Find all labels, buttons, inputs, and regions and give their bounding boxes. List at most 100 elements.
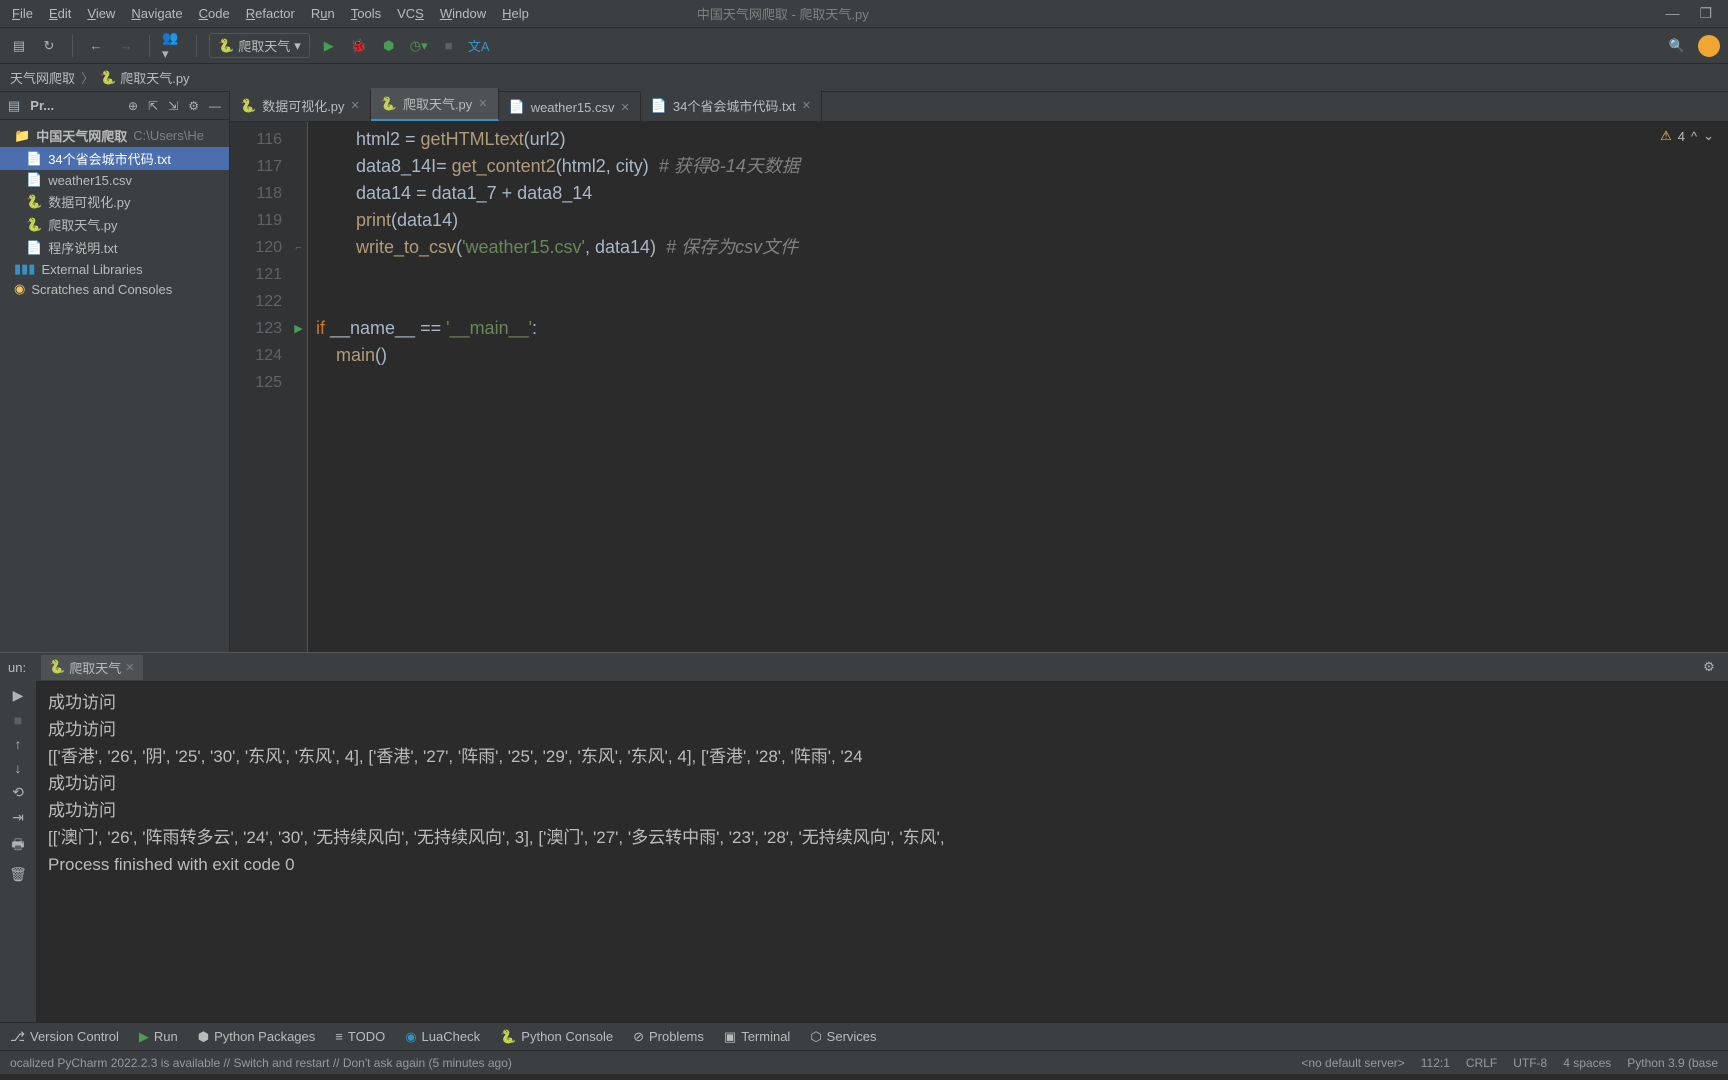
chevron-down-icon[interactable]: ⌄ — [1703, 128, 1714, 144]
up-icon[interactable]: ↑ — [15, 736, 22, 752]
tool-luacheck[interactable]: ◉LuaCheck — [405, 1029, 480, 1045]
console-output[interactable]: 成功访问成功访问[['香港', '26', '阴', '25', '30', '… — [36, 681, 1728, 1022]
menu-code[interactable]: Code — [191, 3, 238, 24]
target-icon[interactable]: ⊕ — [128, 99, 138, 113]
close-icon[interactable]: ✕ — [621, 101, 630, 114]
menu-edit[interactable]: Edit — [41, 3, 79, 24]
gear-icon[interactable]: ⚙ — [188, 99, 199, 113]
tool-run[interactable]: ▶Run — [139, 1029, 178, 1045]
tree-external-libraries[interactable]: ▮▮▮ External Libraries — [0, 259, 229, 279]
inspection-widget[interactable]: ⚠ 4 ^ ⌄ — [1660, 128, 1714, 144]
status-eol[interactable]: CRLF — [1466, 1056, 1497, 1070]
tree-root[interactable]: 📁 中国天气网爬取 C:\Users\He — [0, 124, 229, 147]
scroll-icon[interactable]: ⇥ — [12, 809, 24, 826]
project-tree[interactable]: 📁 中国天气网爬取 C:\Users\He 📄 34个省会城市代码.txt 📄 … — [0, 120, 229, 652]
menu-tools[interactable]: Tools — [343, 3, 389, 24]
tool-terminal[interactable]: ▣Terminal — [724, 1029, 790, 1045]
scratch-icon: ◉ — [14, 281, 25, 297]
wrap-icon[interactable]: ⟲ — [12, 784, 24, 801]
window-title: 中国天气网爬取 - 爬取天气.py — [697, 4, 869, 23]
status-bar: ocalized PyCharm 2022.2.3 is available /… — [0, 1050, 1728, 1074]
folder-icon: ▤ — [8, 98, 20, 114]
tree-file-label: weather15.csv — [48, 173, 132, 188]
tool-todo[interactable]: ≡TODO — [335, 1029, 385, 1044]
user-icon[interactable]: 👥▾ — [162, 35, 184, 57]
tool-version-control[interactable]: ⎇Version Control — [10, 1029, 119, 1045]
menu-vcs[interactable]: VCS — [389, 3, 432, 24]
close-icon[interactable]: ✕ — [125, 661, 134, 674]
gutter-run-icon[interactable]: ▶ — [290, 315, 307, 342]
tree-file-3[interactable]: 🐍 爬取天气.py — [0, 213, 229, 236]
fold-gutter[interactable]: ⌐ ▶ — [290, 122, 308, 652]
breadcrumb-file[interactable]: 🐍 爬取天气.py — [100, 68, 190, 87]
menu-navigate[interactable]: Navigate — [123, 3, 190, 24]
tool-problems[interactable]: ⊘Problems — [633, 1029, 704, 1045]
tab-3[interactable]: 📄 34个省会城市代码.txt ✕ — [641, 90, 822, 121]
save-icon[interactable]: ▤ — [8, 35, 30, 57]
debug-icon[interactable]: 🐞 — [348, 35, 370, 57]
gear-icon[interactable]: ⚙ — [1698, 656, 1720, 678]
tree-file-1[interactable]: 📄 weather15.csv — [0, 170, 229, 190]
collapse-icon[interactable]: ⇲ — [168, 99, 178, 113]
down-icon[interactable]: ↓ — [15, 760, 22, 776]
run-icon[interactable]: ▶ — [318, 35, 340, 57]
back-icon[interactable]: ← — [85, 35, 107, 57]
tree-scratches[interactable]: ◉ Scratches and Consoles — [0, 279, 229, 299]
close-icon[interactable]: ✕ — [351, 99, 360, 112]
packages-icon: ⬢ — [198, 1029, 209, 1045]
print-icon[interactable]: 🖶 — [11, 834, 24, 858]
tab-0[interactable]: 🐍 数据可视化.py ✕ — [230, 90, 371, 121]
folder-icon: 📁 — [14, 128, 30, 144]
tab-1[interactable]: 🐍 爬取天气.py ✕ — [371, 88, 499, 121]
breadcrumb-root[interactable]: 天气网爬取 — [10, 68, 75, 87]
tree-file-label: 34个省会城市代码.txt — [48, 149, 171, 168]
status-position[interactable]: 112:1 — [1421, 1056, 1450, 1070]
status-encoding[interactable]: UTF-8 — [1513, 1056, 1547, 1070]
stop-icon[interactable]: ■ — [14, 712, 22, 728]
expand-icon[interactable]: ⇱ — [148, 99, 158, 113]
menu-refactor[interactable]: Refactor — [238, 3, 303, 24]
code-editor[interactable]: 116117118 119120121 122123124 125 ⌐ ▶ ht… — [230, 122, 1728, 652]
status-indent[interactable]: 4 spaces — [1563, 1056, 1611, 1070]
tab-label: 34个省会城市代码.txt — [673, 96, 796, 115]
menu-window[interactable]: Window — [432, 3, 494, 24]
run-tab[interactable]: 🐍 爬取天气 ✕ — [41, 655, 142, 680]
menu-view[interactable]: View — [79, 3, 123, 24]
search-icon[interactable]: 🔍 — [1666, 35, 1688, 57]
code-content[interactable]: html2 = getHTMLtext(url2) data8_14I= get… — [308, 122, 1728, 652]
status-interpreter[interactable]: Python 3.9 (base — [1627, 1056, 1718, 1070]
tree-file-4[interactable]: 📄 程序说明.txt — [0, 236, 229, 259]
profile-icon[interactable]: ◷▾ — [408, 35, 430, 57]
tab-2[interactable]: 📄 weather15.csv ✕ — [499, 93, 641, 121]
rerun-icon[interactable]: ▶ — [13, 687, 24, 704]
minimize-icon[interactable]: — — [1665, 5, 1679, 22]
maximize-icon[interactable]: ❐ — [1699, 5, 1712, 22]
translate-icon[interactable]: 文A — [468, 35, 490, 57]
vcs-icon: ⎇ — [10, 1029, 25, 1045]
menu-run[interactable]: Run — [303, 3, 343, 24]
tree-file-2[interactable]: 🐍 数据可视化.py — [0, 190, 229, 213]
coverage-icon[interactable]: ⬢ — [378, 35, 400, 57]
refresh-icon[interactable]: ↻ — [38, 35, 60, 57]
tree-file-0[interactable]: 📄 34个省会城市代码.txt — [0, 147, 229, 170]
menu-file[interactable]: File — [4, 3, 41, 24]
menu-help[interactable]: Help — [494, 3, 537, 24]
close-icon[interactable]: ✕ — [478, 97, 487, 110]
status-message[interactable]: ocalized PyCharm 2022.2.3 is available /… — [10, 1056, 512, 1070]
inspection-count: 4 — [1678, 129, 1685, 144]
run-icon: ▶ — [139, 1029, 149, 1045]
trash-icon[interactable]: 🗑 — [9, 866, 27, 883]
tool-python-packages[interactable]: ⬢Python Packages — [198, 1029, 316, 1045]
fold-end-icon[interactable]: ⌐ — [290, 234, 307, 261]
run-configuration-selector[interactable]: 🐍 爬取天气 ▾ — [209, 33, 310, 58]
stop-icon[interactable]: ■ — [438, 35, 460, 57]
close-icon[interactable]: ✕ — [802, 99, 811, 112]
forward-icon[interactable]: → — [115, 35, 137, 57]
tool-python-console[interactable]: 🐍Python Console — [500, 1029, 613, 1045]
status-server[interactable]: <no default server> — [1301, 1056, 1404, 1070]
avatar[interactable] — [1698, 35, 1720, 57]
csv-file-icon: 📄 — [26, 172, 42, 188]
minimize-panel-icon[interactable]: — — [209, 99, 221, 113]
chevron-up-icon[interactable]: ^ — [1691, 129, 1697, 144]
tool-services[interactable]: ⬡Services — [810, 1029, 876, 1045]
